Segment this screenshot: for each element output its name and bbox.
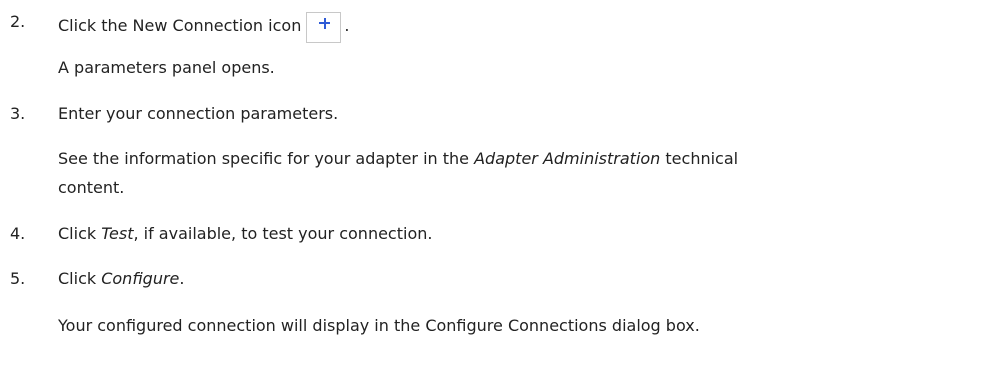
step-number: 5. <box>10 269 26 288</box>
step-text: Enter your connection parameters. <box>58 104 339 123</box>
step-text-part: Click <box>58 224 102 243</box>
note-text: technical <box>660 149 739 168</box>
step-text: Click Test, if available, to test your c… <box>58 224 432 244</box>
note-emphasis: Adapter Administration <box>474 149 661 168</box>
test-emphasis: Test <box>101 224 134 243</box>
step-text-part: Click <box>58 269 102 288</box>
step-text-after-icon: . <box>344 16 350 35</box>
step-note: A parameters panel opens. <box>58 58 275 77</box>
step-note: Your configured connection will display … <box>58 316 700 335</box>
step-text-part: , if available, to test your connection. <box>133 224 433 243</box>
step-number: 4. <box>10 224 26 243</box>
step-text-part: . <box>179 269 185 288</box>
step-note-continuation: content. <box>58 178 125 197</box>
configure-emphasis: Configure <box>101 269 180 288</box>
note-text: See the information specific for your ad… <box>58 149 475 168</box>
document-body: 2. Click the New Connection icon. A para… <box>0 0 993 379</box>
step-text-before-icon: Click the New Connection icon <box>58 16 302 35</box>
plus-icon-v <box>323 17 326 29</box>
step-text: Click the New Connection icon. <box>58 12 349 43</box>
step-text: Click Configure. <box>58 269 184 289</box>
new-connection-icon <box>306 12 342 43</box>
step-note: See the information specific for your ad… <box>58 149 738 169</box>
step-number: 3. <box>10 104 26 123</box>
step-number: 2. <box>10 12 26 31</box>
